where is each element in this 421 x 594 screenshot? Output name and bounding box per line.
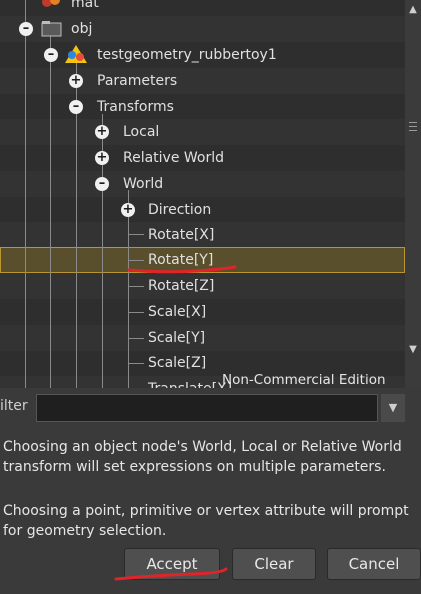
tree-label-geometry[interactable]: testgeometry_rubbertoy1 — [97, 42, 277, 68]
tree-row[interactable] — [0, 94, 405, 120]
tree-label-scale-z[interactable]: Scale[Z] — [148, 350, 206, 376]
scroll-grip[interactable] — [409, 126, 417, 127]
tree-row[interactable] — [0, 68, 405, 94]
tree-label-transforms[interactable]: Transforms — [97, 94, 174, 120]
tree-label-translate-x[interactable]: Translate[X] — [148, 376, 232, 388]
object-network-icon — [41, 20, 63, 42]
expand-icon[interactable]: + — [121, 203, 135, 217]
expand-icon[interactable]: + — [95, 151, 109, 165]
help-text-geometry: Choosing a point, primitive or vertex at… — [3, 503, 409, 539]
edition-watermark: Non-Commercial Edition — [222, 372, 386, 388]
clear-button[interactable]: Clear — [232, 548, 316, 580]
filter-label: ilter — [0, 398, 28, 414]
collapse-icon[interactable]: – — [69, 100, 83, 114]
parameter-tree[interactable]: mat – obj – testgeometry_rubbertoy1 + Pa… — [0, 0, 405, 388]
filter-input[interactable] — [36, 394, 378, 422]
help-text-expressions: Choosing an object node's World, Local o… — [3, 439, 402, 475]
tree-label-scale-y[interactable]: Scale[Y] — [148, 325, 205, 351]
tree-label-rotate-x[interactable]: Rotate[X] — [148, 222, 214, 248]
expand-icon[interactable]: + — [69, 74, 83, 88]
tree-row[interactable] — [0, 171, 405, 197]
tree-guide-line — [50, 36, 51, 388]
tree-row[interactable] — [0, 119, 405, 145]
collapse-icon[interactable]: – — [44, 48, 58, 62]
tree-guide-line — [25, 0, 26, 388]
tree-label-local[interactable]: Local — [123, 119, 159, 145]
tree-guide-line — [128, 286, 144, 287]
tree-label-obj[interactable]: obj — [71, 16, 92, 42]
tree-label-rotate-y[interactable]: Rotate[Y] — [148, 247, 213, 273]
tree-guide-line — [128, 338, 144, 339]
cancel-button[interactable]: Cancel — [327, 548, 421, 580]
scroll-grip[interactable] — [409, 130, 417, 131]
filter-dropdown-arrow-icon[interactable]: ▼ — [381, 394, 405, 422]
tree-scrollbar[interactable]: ▲ ▼ — [405, 0, 421, 388]
tree-guide-line — [128, 234, 144, 235]
tree-label-scale-x[interactable]: Scale[X] — [148, 299, 206, 325]
tree-label-direction[interactable]: Direction — [148, 197, 211, 223]
collapse-icon[interactable]: – — [19, 22, 33, 36]
tree-label-mat[interactable]: mat — [71, 0, 99, 16]
material-node-icon — [41, 0, 63, 14]
scroll-grip[interactable] — [409, 122, 417, 123]
tree-label-parameters[interactable]: Parameters — [97, 68, 177, 94]
tree-guide-line — [128, 260, 144, 261]
accept-button[interactable]: Accept — [124, 548, 220, 580]
tree-guide-line — [128, 312, 144, 313]
tree-label-world[interactable]: World — [123, 171, 163, 197]
tree-guide-line — [128, 190, 129, 388]
tree-guide-line — [128, 363, 144, 364]
tree-label-rotate-z[interactable]: Rotate[Z] — [148, 273, 214, 299]
geometry-node-icon — [64, 44, 88, 68]
scroll-down-arrow-icon[interactable]: ▼ — [407, 344, 419, 356]
scroll-up-arrow-icon[interactable]: ▲ — [407, 4, 419, 16]
collapse-icon[interactable]: – — [95, 177, 109, 191]
tree-label-relative-world[interactable]: Relative World — [123, 145, 224, 171]
expand-icon[interactable]: + — [95, 125, 109, 139]
